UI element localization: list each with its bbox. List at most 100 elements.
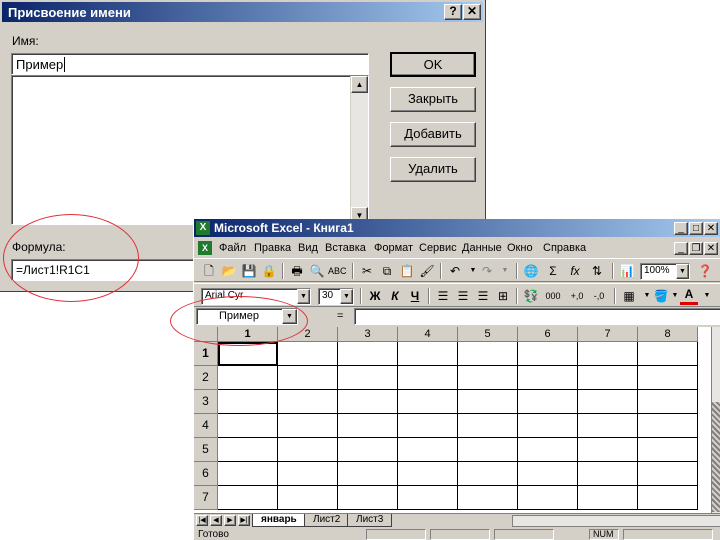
table-cell[interactable] [218,414,278,438]
cut-icon[interactable]: ✂ [358,262,376,280]
italic-button[interactable]: К [386,287,404,305]
minimize-icon[interactable]: _ [674,222,688,235]
delete-button[interactable]: Удалить [390,157,476,182]
horizontal-scrollbar[interactable] [512,515,720,527]
menu-format[interactable]: Формат [374,242,413,254]
table-cell[interactable] [278,462,338,486]
table-cell[interactable] [578,486,638,510]
name-box[interactable]: Пример ▼ [196,308,298,325]
table-cell[interactable] [218,438,278,462]
row-header[interactable]: 3 [194,390,218,414]
column-header[interactable]: 2 [278,327,338,342]
menu-file[interactable]: Файл [219,242,246,254]
table-cell[interactable] [578,366,638,390]
names-list-scrollbar[interactable]: ▲ ▼ [350,76,368,224]
sheet-tab-sheet2[interactable]: Лист2 [304,514,350,527]
font-select[interactable]: Arial Cyr ▼ [201,288,311,305]
table-cell[interactable] [218,462,278,486]
row-header[interactable]: 6 [194,462,218,486]
paste-icon[interactable]: 📋 [398,262,416,280]
hyperlink-icon[interactable]: 🌐 [522,262,540,280]
table-cell[interactable] [518,414,578,438]
menu-help[interactable]: Справка [543,242,586,254]
autosum-icon[interactable]: Σ [544,262,562,280]
ok-button[interactable]: OK [390,52,476,77]
table-cell[interactable] [278,438,338,462]
menu-insert[interactable]: Вставка [325,242,366,254]
row-header[interactable]: 5 [194,438,218,462]
column-header[interactable]: 7 [578,327,638,342]
menu-edit[interactable]: Правка [254,242,291,254]
table-cell[interactable] [278,390,338,414]
table-cell[interactable] [338,486,398,510]
table-cell[interactable] [398,462,458,486]
chevron-down-icon[interactable]: ▼ [340,289,353,304]
thousands-separator-button[interactable]: 000 [544,287,562,305]
font-size-select[interactable]: 30 ▼ [318,288,354,305]
table-cell[interactable] [518,438,578,462]
table-cell[interactable] [278,486,338,510]
table-cell[interactable] [578,390,638,414]
chevron-down-icon[interactable]: ▼ [282,309,297,324]
help-icon[interactable]: ❓ [696,262,714,280]
permission-icon[interactable]: 🔒 [260,262,278,280]
table-cell[interactable] [638,486,698,510]
table-cell[interactable] [518,462,578,486]
save-icon[interactable]: 💾 [240,262,258,280]
table-cell[interactable] [338,390,398,414]
open-icon[interactable]: 📂 [220,262,238,280]
chevron-down-icon[interactable]: ▼ [676,264,689,279]
row-header[interactable]: 2 [194,366,218,390]
table-cell[interactable] [638,438,698,462]
row-header[interactable]: 7 [194,486,218,510]
table-cell[interactable] [458,462,518,486]
table-cell[interactable] [338,342,398,366]
table-cell[interactable] [218,486,278,510]
table-cell[interactable] [518,366,578,390]
table-cell[interactable] [518,486,578,510]
formula-bar-input[interactable] [354,308,720,325]
menu-window[interactable]: Окно [507,242,533,254]
chart-wizard-icon[interactable]: 📊 [618,262,636,280]
sort-ascending-icon[interactable]: ⇅ [588,262,606,280]
close-icon[interactable]: ✕ [463,4,481,20]
table-cell[interactable] [398,342,458,366]
first-sheet-icon[interactable]: |◀ [196,515,208,526]
function-icon[interactable]: fx [566,262,584,280]
table-cell[interactable] [398,486,458,510]
table-cell[interactable] [398,366,458,390]
align-left-icon[interactable]: ☰ [434,287,452,305]
redo-dropdown-icon[interactable]: ▼ [496,262,514,280]
sheet-tab-january[interactable]: январь [252,514,306,527]
doc-close-icon[interactable]: ✕ [704,242,718,255]
table-cell[interactable] [338,366,398,390]
prev-sheet-icon[interactable]: ◀ [210,515,222,526]
table-cell[interactable] [338,462,398,486]
close-button[interactable]: Закрыть [390,87,476,112]
table-cell[interactable] [278,342,338,366]
help-button[interactable]: ? [444,4,462,20]
table-cell[interactable] [458,414,518,438]
print-icon[interactable]: 🖶 [288,262,306,280]
column-header[interactable]: 5 [458,327,518,342]
table-cell[interactable] [638,342,698,366]
doc-minimize-icon[interactable]: _ [674,242,688,255]
bold-button[interactable]: Ж [366,287,384,305]
menu-tools[interactable]: Сервис [419,242,457,254]
spelling-icon[interactable]: ABC [328,262,347,280]
table-cell[interactable] [458,486,518,510]
formula-input[interactable]: =Лист1!R1C1 [11,259,211,281]
table-cell[interactable] [218,390,278,414]
window-close-icon[interactable]: ✕ [704,222,718,235]
sheet-tab-sheet3[interactable]: Лист3 [347,514,393,527]
decrease-decimal-icon[interactable]: -,0 [590,287,608,305]
underline-button[interactable]: Ч [406,287,424,305]
merge-center-icon[interactable]: ⊞ [494,287,512,305]
table-cell[interactable] [218,366,278,390]
table-cell[interactable] [338,414,398,438]
table-cell[interactable] [638,366,698,390]
undo-icon[interactable]: ↶ [446,262,464,280]
table-cell[interactable] [398,414,458,438]
table-cell[interactable] [578,462,638,486]
last-sheet-icon[interactable]: ▶| [238,515,250,526]
